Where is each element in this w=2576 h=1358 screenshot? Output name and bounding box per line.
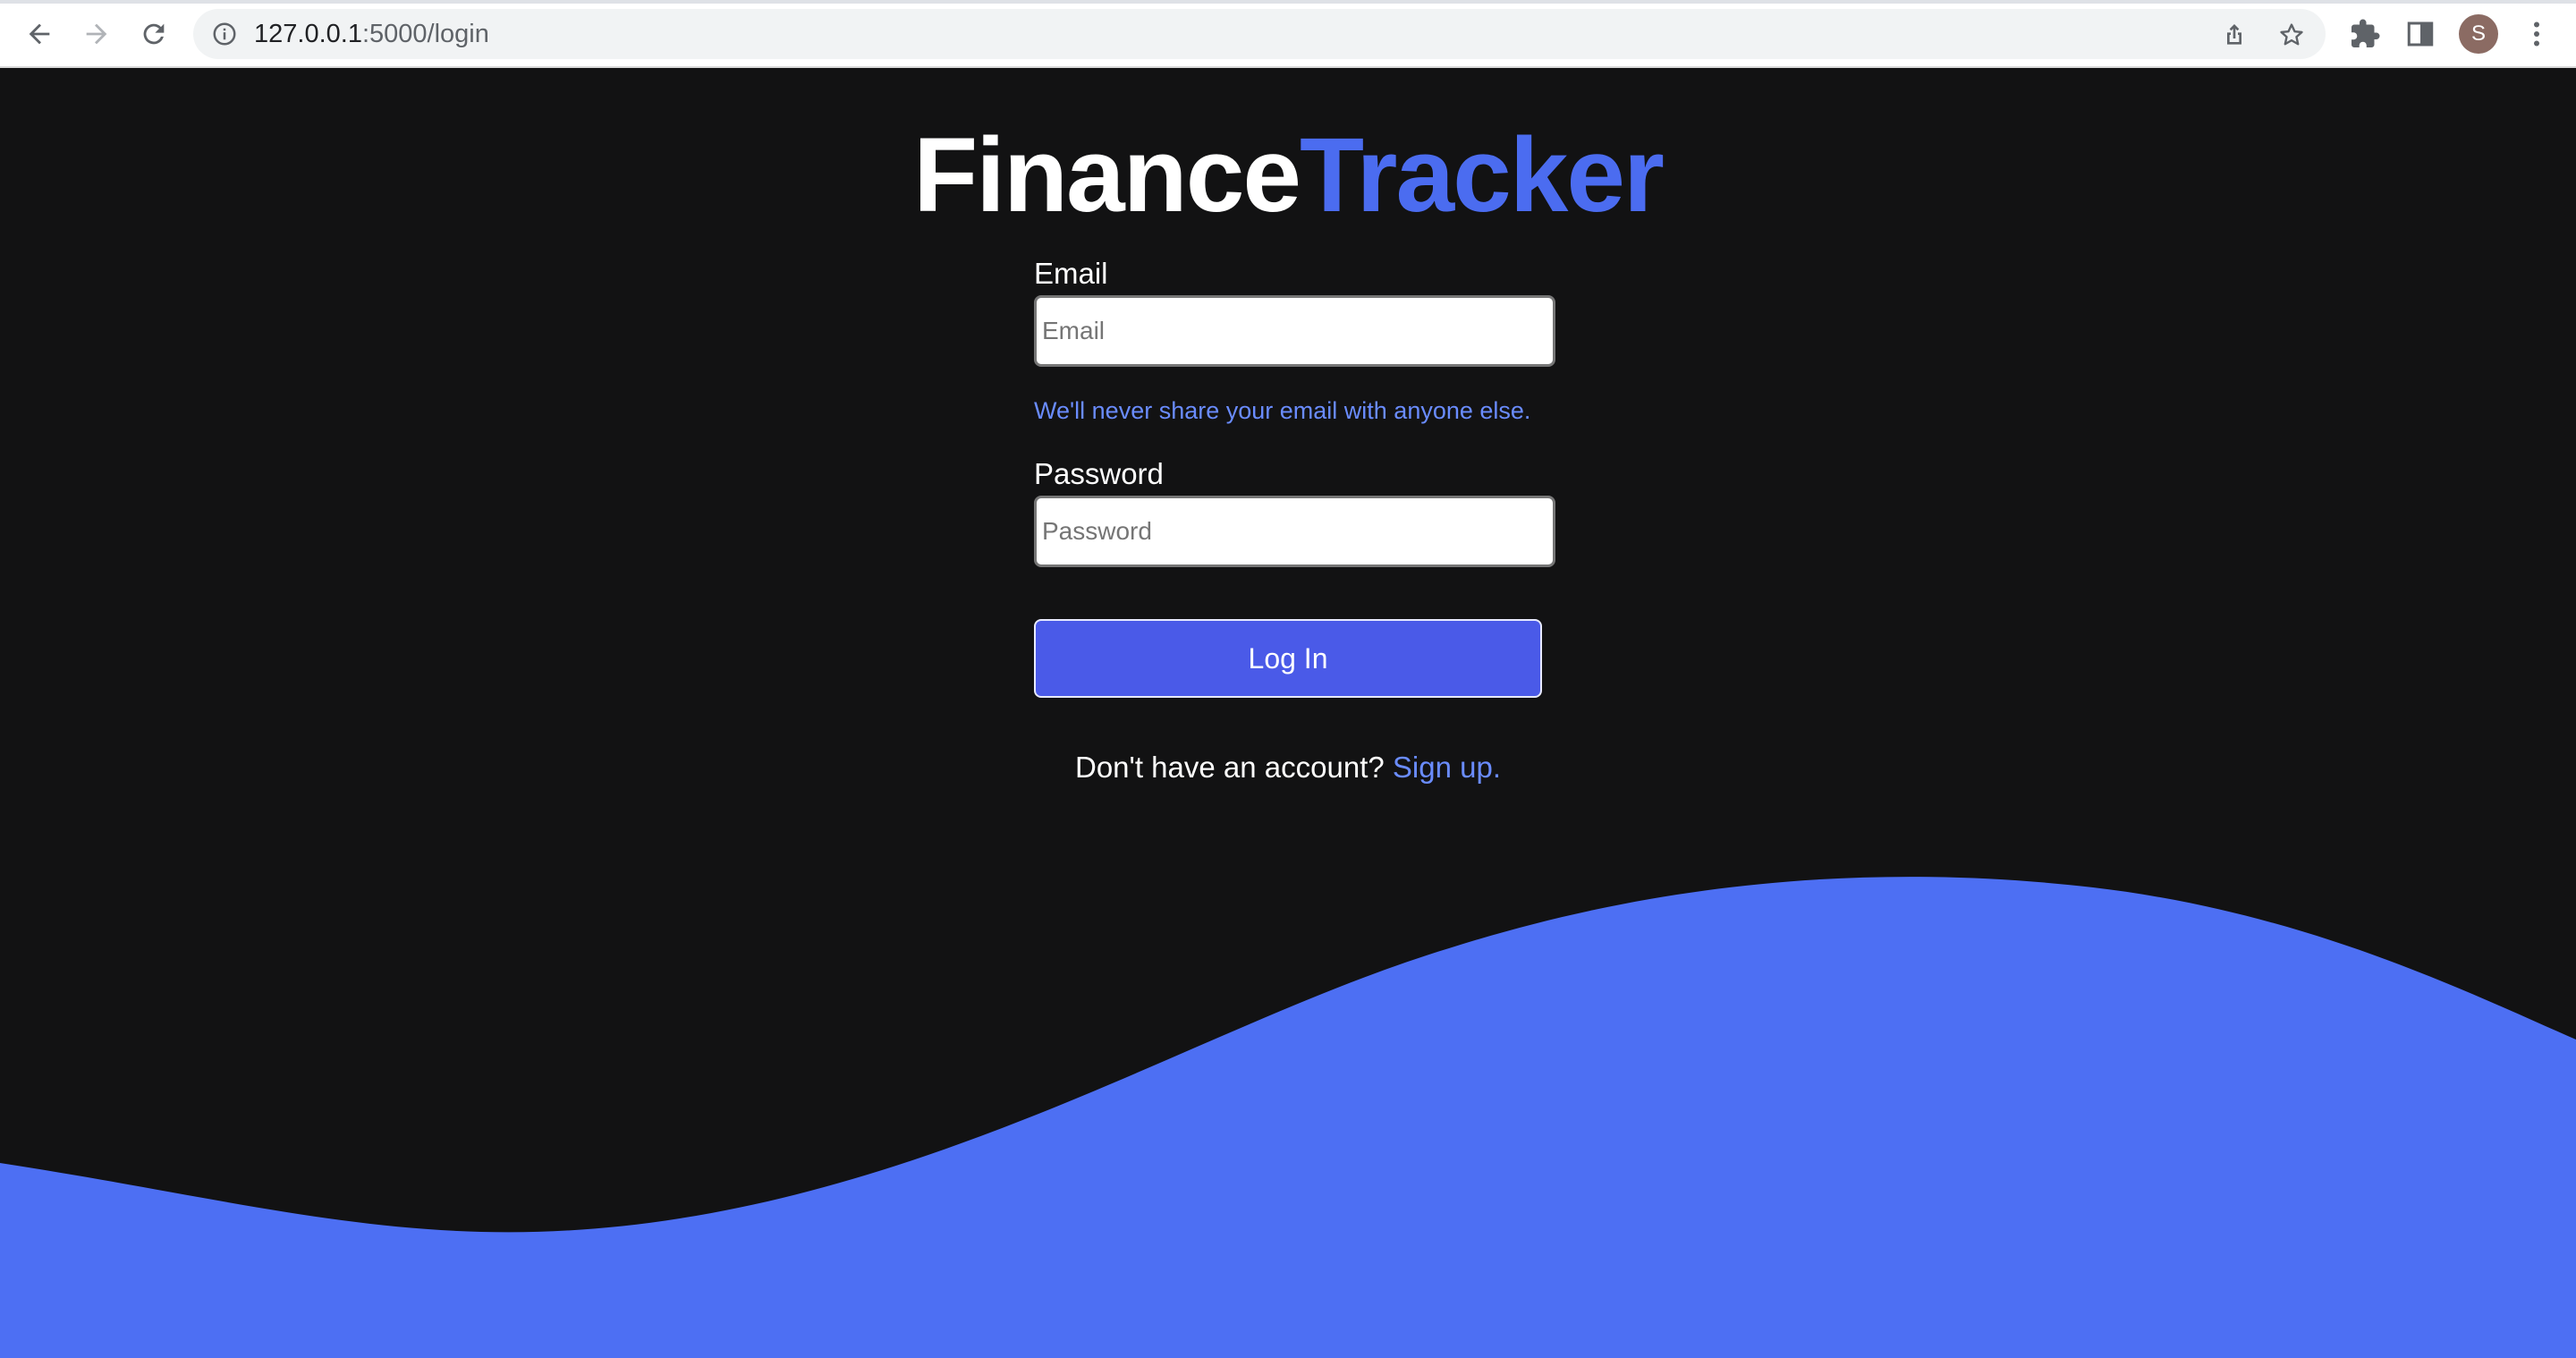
star-icon[interactable]: [2277, 21, 2306, 49]
side-panel-icon[interactable]: [2404, 18, 2436, 50]
email-input[interactable]: [1034, 295, 1555, 367]
login-form: Email We'll never share your email with …: [1034, 256, 1556, 698]
back-icon: [29, 23, 50, 45]
more-icon[interactable]: [2521, 18, 2553, 50]
url-path: :5000/login: [361, 20, 489, 48]
info-icon[interactable]: [211, 21, 238, 47]
reload-icon: [143, 23, 165, 45]
share-icon[interactable]: [2220, 21, 2249, 49]
app-logo: FinanceTracker: [0, 113, 2576, 238]
email-help-text: We'll never share your email with anyone…: [1034, 397, 1531, 424]
profile-avatar[interactable]: S: [2459, 14, 2498, 54]
browser-toolbar: 127.0.0.1:5000/login S: [0, 0, 2576, 68]
logo-part-finance: Finance: [913, 116, 1301, 234]
password-label: Password: [1034, 457, 1164, 490]
tab-strip-edge: [0, 0, 2576, 4]
password-input[interactable]: [1034, 496, 1555, 567]
forward-icon: [86, 23, 107, 45]
url-host: 127.0.0.1: [254, 20, 362, 48]
back-button[interactable]: [21, 16, 57, 52]
url-text: 127.0.0.1:5000/login: [254, 21, 489, 47]
forward-button[interactable]: [79, 16, 114, 52]
extensions-icon[interactable]: [2349, 18, 2381, 50]
signup-prompt: Don't have an account? Sign up.: [0, 750, 2576, 785]
logo-part-tracker: Tracker: [1299, 116, 1665, 234]
address-bar[interactable]: 127.0.0.1:5000/login: [193, 9, 2326, 59]
login-page: FinanceTracker Email We'll never share y…: [0, 68, 2576, 1358]
reload-button[interactable]: [136, 16, 172, 52]
email-label: Email: [1034, 257, 1108, 290]
signup-prompt-text: Don't have an account?: [1075, 751, 1385, 784]
signup-link[interactable]: Sign up.: [1393, 751, 1501, 784]
login-button[interactable]: Log In: [1034, 619, 1542, 698]
